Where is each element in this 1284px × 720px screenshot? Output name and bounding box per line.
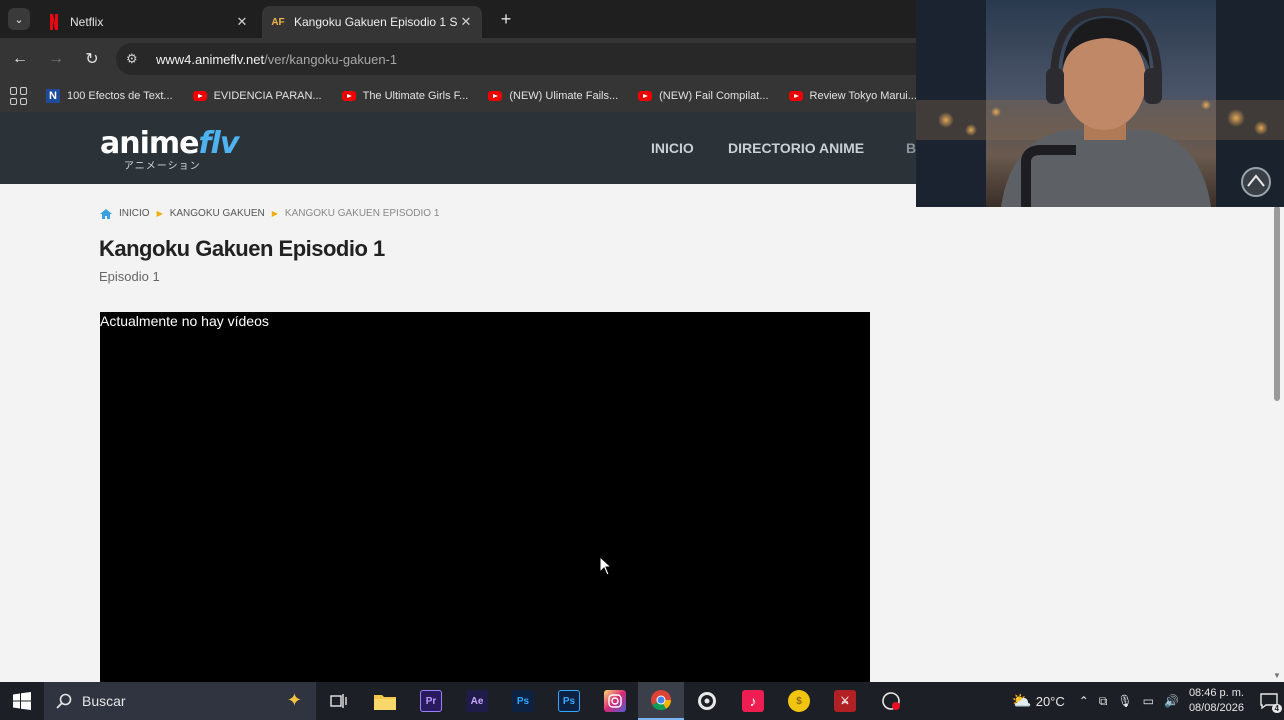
bookmark-label: (NEW) Ulimate Fails... [509,90,619,102]
close-icon[interactable]: ✕ [458,14,474,30]
breadcrumb-current: KANGOKU GAKUEN EPISODIO 1 [284,208,440,219]
weather-icon[interactable]: ⛅ [1012,691,1032,711]
instagram-icon[interactable] [592,682,638,720]
bookmark-item[interactable]: N 100 Efectos de Text... [46,89,173,103]
nav-truncated[interactable]: B [906,112,916,184]
tab-search-button[interactable]: ⌄ [8,8,30,30]
youtube-icon [341,91,356,101]
weather-text[interactable]: 20°C [1036,694,1065,709]
search-icon [56,693,72,709]
chevron-up-icon[interactable]: ⌃ [1079,694,1089,708]
start-button[interactable] [0,682,44,720]
webcam-person-image [916,0,1284,207]
webcam-overlay [916,0,1284,207]
clock-time: 08:46 p. m. [1188,687,1244,699]
bookmark-item[interactable]: Review Tokyo Marui... [788,90,917,102]
bookmark-label: (NEW) Fail Compilat... [659,90,769,102]
nav-directorio-anime[interactable]: DIRECTORIO ANIME [728,112,864,184]
mouse-cursor-icon [600,557,612,575]
animeflv-icon: AF [271,16,285,28]
breadcrumb: INICIO ▶ KANGOKU GAKUEN ▶ KANGOKU GAKUEN… [100,208,439,219]
sparkle-icon: ✦ [286,690,302,710]
back-button[interactable]: ← [4,43,36,75]
youtube-icon [638,91,653,101]
youtube-icon [488,91,503,101]
nav-inicio[interactable]: INICIO [651,112,694,184]
chrome-icon[interactable] [638,682,684,720]
apps-grid-icon[interactable] [10,87,28,105]
bookmark-label: 100 Efectos de Text... [67,90,173,102]
taskbar: Buscar ✦ Pr Ae Ps Ps ♪ $ ⚔ ⛅ 20°C ⌃ ⧉ 🎙 … [0,682,1284,720]
search-placeholder: Buscar [82,693,126,709]
page-scrollbar[interactable]: ▲ ▼ [1270,184,1284,684]
game-icon[interactable]: ⚔ [822,682,868,720]
forward-button[interactable]: → [40,43,72,75]
scroll-thumb[interactable] [1274,206,1280,401]
bookmark-label: EVIDENCIA PARAN... [213,90,322,102]
microphone-icon[interactable]: 🎙 [1117,694,1132,708]
breadcrumb-inicio[interactable]: INICIO [119,208,150,219]
notification-center-icon[interactable]: 4 [1254,682,1284,720]
tab-title: Kangoku Gakuen Episodio 1 Su [294,15,458,29]
page-content: INICIO ▶ KANGOKU GAKUEN ▶ KANGOKU GAKUEN… [0,184,1284,692]
arrow-right-icon: → [48,50,64,67]
bookmark-item[interactable]: EVIDENCIA PARAN... [192,90,322,102]
coin-icon[interactable]: $ [776,682,822,720]
tab-title: Netflix [70,15,104,29]
new-tab-button[interactable]: + [494,9,518,30]
player-message: Actualmente no hay vídeos [100,313,269,329]
reload-icon: ↻ [85,51,99,68]
meet-icon[interactable]: ⧉ [1099,694,1108,709]
tab-netflix[interactable]: Netflix ✕ [38,6,258,38]
video-player[interactable]: Actualmente no hay vídeos [100,312,870,692]
tiktok-icon[interactable]: ♪ [730,682,776,720]
bookmark-label: The Ultimate Girls F... [362,90,469,102]
site-settings-icon[interactable]: ⚙ [126,51,148,67]
notification-badge: 4 [1271,704,1282,713]
netflix-icon [46,14,62,30]
after-effects-icon[interactable]: Ae [454,682,500,720]
home-icon [100,208,112,219]
tab-animeflv[interactable]: AF Kangoku Gakuen Episodio 1 Su ✕ [262,6,482,38]
system-tray: ⛅ 20°C ⌃ ⧉ 🎙 ▭ 🔊 08:46 p. m. 08/08/2026 … [1012,682,1284,720]
photoshop-icon[interactable]: Ps [500,682,546,720]
breadcrumb-separator-icon: ▶ [156,209,163,218]
bookmark-item[interactable]: (NEW) Ulimate Fails... [488,90,618,102]
episode-subtitle: Episodio 1 [99,269,160,284]
windows-icon [13,692,31,710]
arrow-left-icon: ← [12,50,28,67]
bookmark-item[interactable]: The Ultimate Girls F... [341,90,469,102]
logo-text: anime [100,126,199,161]
taskbar-search[interactable]: Buscar ✦ [44,682,316,720]
obs-icon[interactable] [684,682,730,720]
close-icon[interactable]: ✕ [234,14,250,30]
premiere-icon[interactable]: Pr [408,682,454,720]
bookmark-label: Review Tokyo Marui... [809,90,917,102]
scroll-down-icon[interactable]: ▼ [1273,671,1281,680]
volume-icon[interactable]: 🔊 [1164,694,1179,708]
network-icon[interactable]: ▭ [1143,694,1154,708]
file-explorer-icon[interactable] [362,682,408,720]
clock-date: 08/08/2026 [1188,702,1244,714]
n-icon: N [46,89,60,103]
screen: ⌄ Netflix ✕ AF Kangoku Gakuen Episodio 1… [0,0,1284,720]
chevron-down-icon: ⌄ [14,13,24,26]
url-host: www4.animeflv.net [156,51,265,67]
url-path: /ver/kangoku-gakuen-1 [264,51,398,67]
clock[interactable]: 08:46 p. m. 08/08/2026 [1189,686,1244,716]
task-view-icon[interactable] [316,682,362,720]
breadcrumb-anime[interactable]: KANGOKU GAKUEN [170,208,265,219]
youtube-icon [192,91,207,101]
breadcrumb-separator-icon: ▶ [271,209,278,218]
page-title: Kangoku Gakuen Episodio 1 [99,236,385,261]
reload-button[interactable]: ↻ [76,43,108,75]
photoshop-icon-2[interactable]: Ps [546,682,592,720]
site-logo[interactable]: animeflv アニメーション [100,126,240,172]
youtube-icon [788,91,803,101]
recorder-icon[interactable] [868,682,914,720]
bookmark-item[interactable]: (NEW) Fail Compilat... [638,90,769,102]
logo-accent: flv [198,126,240,161]
